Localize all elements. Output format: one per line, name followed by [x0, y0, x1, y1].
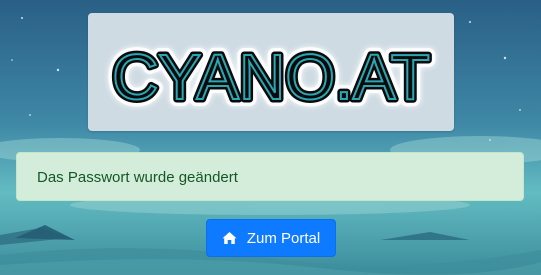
portal-button[interactable]: Zum Portal — [206, 219, 336, 257]
home-icon — [222, 231, 237, 245]
success-alert: Das Passwort wurde geändert — [16, 152, 524, 201]
logo-image: CYANO.AT CYANO.AT CYANO.AT — [105, 34, 437, 120]
logo-banner: CYANO.AT CYANO.AT CYANO.AT — [88, 13, 454, 131]
alert-message: Das Passwort wurde geändert — [37, 169, 238, 186]
logo-text: CYANO.AT — [112, 41, 430, 113]
portal-button-label: Zum Portal — [246, 229, 321, 247]
